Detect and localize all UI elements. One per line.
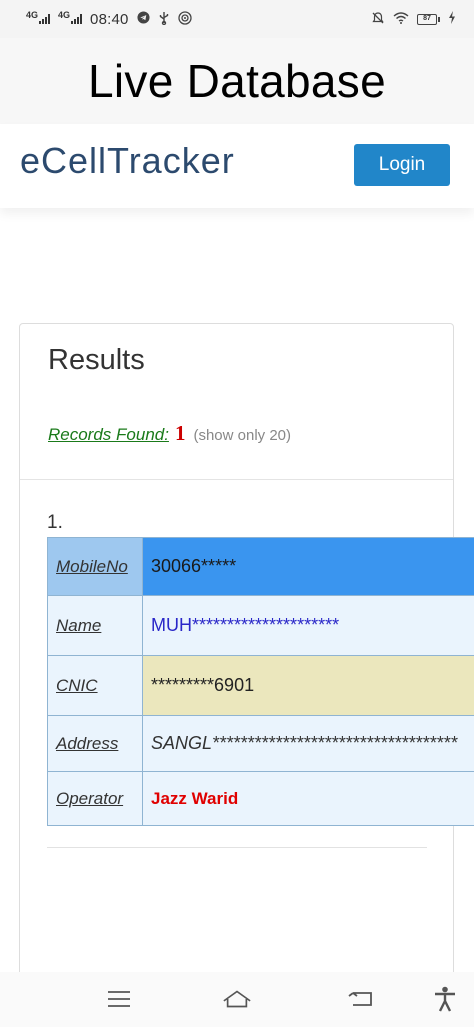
battery-icon: 87 <box>417 13 440 25</box>
battery-level: 87 <box>417 13 437 25</box>
charging-icon <box>448 11 456 27</box>
card-divider <box>20 479 453 480</box>
telegram-icon <box>137 11 150 27</box>
table-row: Address SANGL***************************… <box>47 715 474 772</box>
status-bar: 4G 4G 08:40 87 <box>0 0 474 38</box>
navbar: eCellTracker Login <box>0 124 474 208</box>
login-button[interactable]: Login <box>354 144 450 186</box>
signal-icon-2: 4G <box>58 10 83 24</box>
records-count: 1 <box>174 421 186 445</box>
mute-icon <box>371 11 385 28</box>
field-value-address: SANGL*********************************** <box>142 715 474 772</box>
menu-icon[interactable] <box>104 986 134 1012</box>
records-found-row: Records Found: 1 (show only 20) <box>48 421 291 446</box>
status-right: 87 <box>371 11 456 28</box>
field-value-operator: Jazz Warid <box>142 771 474 826</box>
results-title: Results <box>48 344 145 376</box>
item-number: 1. <box>47 512 63 533</box>
accessibility-icon[interactable] <box>430 986 460 1012</box>
bottom-divider <box>47 847 427 848</box>
signal-icon: 4G <box>26 10 51 24</box>
home-icon[interactable] <box>222 986 252 1012</box>
field-label-operator[interactable]: Operator <box>47 771 143 826</box>
network-type-2: 4G <box>58 10 71 20</box>
table-row: Name MUH********************* <box>47 595 474 656</box>
usb-icon <box>158 11 170 28</box>
field-label-mobileno[interactable]: MobileNo <box>47 537 143 596</box>
field-value-cnic: *********6901 <box>142 655 474 716</box>
field-value-mobileno: 30066***** <box>142 537 474 596</box>
status-left: 4G 4G 08:40 <box>26 11 192 28</box>
field-label-cnic[interactable]: CNIC <box>47 655 143 716</box>
record-table: MobileNo 30066***** Name MUH************… <box>47 537 474 826</box>
table-row: Operator Jazz Warid <box>47 771 474 826</box>
system-nav-bar <box>0 972 474 1027</box>
table-row: MobileNo 30066***** <box>47 537 474 596</box>
records-note: (show only 20) <box>193 427 291 444</box>
back-icon[interactable] <box>346 986 376 1012</box>
network-type-1: 4G <box>26 10 39 20</box>
records-found-link[interactable]: Records Found: <box>48 425 169 445</box>
field-value-name: MUH********************* <box>142 595 474 656</box>
banner: Live Database <box>0 38 474 124</box>
clock: 08:40 <box>90 10 129 28</box>
table-row: CNIC *********6901 <box>47 655 474 716</box>
hotspot-icon <box>177 10 192 28</box>
field-label-name[interactable]: Name <box>47 595 143 656</box>
field-label-address[interactable]: Address <box>47 715 143 772</box>
wifi-icon <box>393 11 409 27</box>
banner-title: Live Database <box>88 55 386 107</box>
brand-logo[interactable]: eCellTracker <box>20 140 235 182</box>
